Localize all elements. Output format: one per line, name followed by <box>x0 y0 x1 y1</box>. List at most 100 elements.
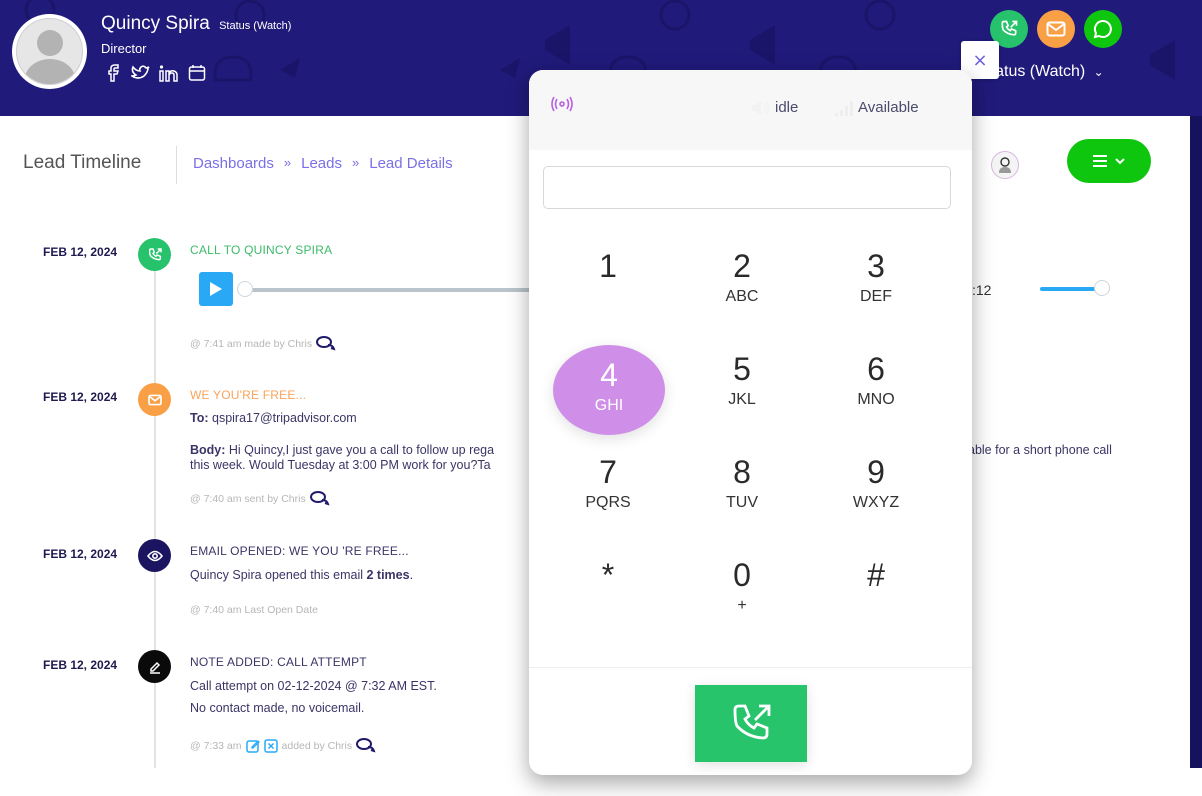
keypad-cell: 7 PQRS <box>541 436 675 539</box>
timeline-meta: @ 7:40 am Last Open Date <box>190 604 318 616</box>
timeline-date: FEB 12, 2024 <box>43 658 118 672</box>
timeline-meta-text: @ 7:40 am sent by Chris <box>190 493 306 505</box>
email-body-label: Body: <box>190 443 226 457</box>
keypad-cell: * <box>541 539 675 642</box>
dial-key-digit: * <box>601 557 615 593</box>
dial-key-letters: GHI <box>594 397 624 414</box>
options-menu-button[interactable] <box>1067 139 1151 183</box>
page-title: Lead Timeline <box>23 152 142 173</box>
call-state: idle <box>751 99 798 116</box>
timeline-line <box>154 257 156 768</box>
chevron-down-icon: ⌄ <box>1093 65 1104 79</box>
playback-track[interactable] <box>245 288 545 292</box>
lead-name-text: Quincy Spira <box>101 13 210 34</box>
timeline-meta: @ 7:41 am made by Chris <box>190 336 336 352</box>
dial-keypad: 1 2 ABC 3 DEF 4 GHI 5 JKL 6 MNO 7 PQRS 8 TUV 9 WXYZ * 0 + # <box>541 230 943 642</box>
dial-key-digit: 3 <box>867 248 885 284</box>
playback-time: :12 <box>972 282 992 298</box>
email-to-label: To: <box>190 411 209 425</box>
lead-status-label: Status (Watch) <box>219 20 292 32</box>
keypad-cell: 8 TUV <box>675 436 809 539</box>
social-links <box>103 63 207 83</box>
breadcrumb-separator: » <box>352 155 360 170</box>
timeline-call-badge <box>138 238 171 271</box>
breadcrumb-separator: » <box>283 155 292 170</box>
speaker-icon <box>752 100 770 115</box>
dial-key-digit: 5 <box>733 351 751 387</box>
facebook-icon[interactable] <box>103 63 123 83</box>
timeline-note-badge <box>138 650 171 683</box>
hamburger-icon <box>1093 155 1107 167</box>
calendar-icon[interactable] <box>187 63 207 83</box>
comments-icon[interactable] <box>356 738 376 754</box>
dial-key-letters: MNO <box>857 391 895 408</box>
dialer-footer <box>529 667 972 775</box>
dial-key-1[interactable]: 1 <box>541 230 675 288</box>
keypad-cell: # <box>809 539 943 642</box>
dial-key-3[interactable]: 3 DEF <box>809 230 943 306</box>
email-lead-button[interactable] <box>1037 10 1075 48</box>
opened-count: 2 times <box>366 568 410 582</box>
dial-key-letters: ABC <box>725 288 759 305</box>
dial-key-0[interactable]: 0 + <box>675 539 809 615</box>
edit-note-icon[interactable] <box>245 739 260 753</box>
phone-number-input[interactable] <box>543 166 951 209</box>
user-avatar[interactable] <box>991 151 1019 179</box>
dial-key-4[interactable]: 4 GHI <box>553 345 665 435</box>
volume-slider-handle[interactable] <box>1094 280 1110 296</box>
comments-icon[interactable] <box>316 336 336 352</box>
timeline-title: NOTE ADDED: CALL ATTEMPT <box>190 655 367 669</box>
comments-icon[interactable] <box>309 491 330 507</box>
dial-key-letters: JKL <box>728 391 756 408</box>
email-to: To: qspira17@tripadvisor.com <box>190 411 357 425</box>
keypad-cell: 3 DEF <box>809 230 943 333</box>
breadcrumb-leads[interactable]: Leads <box>301 155 342 172</box>
timeline-meta-time: @ 7:33 am <box>190 740 242 752</box>
dial-key-9[interactable]: 9 WXYZ <box>809 436 943 512</box>
dial-key-letters: PQRS <box>585 494 631 511</box>
avatar-placeholder-icon <box>16 18 83 85</box>
breadcrumb: Dashboards » Leads » Lead Details <box>193 155 453 172</box>
dial-key-8[interactable]: 8 TUV <box>675 436 809 512</box>
play-button[interactable] <box>199 272 233 306</box>
place-call-button[interactable] <box>695 685 807 762</box>
email-to-value: qspira17@tripadvisor.com <box>212 411 357 425</box>
dial-key-5[interactable]: 5 JKL <box>675 333 809 409</box>
header-actions <box>990 10 1122 48</box>
keypad-cell: 0 + <box>675 539 809 642</box>
dial-key-digit: 0 <box>733 557 751 593</box>
timeline-title: WE YOU'RE FREE... <box>190 388 307 402</box>
breadcrumb-dashboards[interactable]: Dashboards <box>193 155 274 172</box>
delete-note-icon[interactable] <box>263 739 278 753</box>
timeline-date: FEB 12, 2024 <box>43 390 118 404</box>
volume-track[interactable] <box>1040 287 1102 291</box>
lead-avatar <box>12 14 87 89</box>
dial-key-star[interactable]: * <box>541 539 675 597</box>
opened-text-suffix: . <box>409 568 414 582</box>
title-divider <box>176 146 177 184</box>
dial-key-hash[interactable]: # <box>809 539 943 597</box>
email-body-line1: Hi Quincy,I just gave you a call to foll… <box>228 443 495 457</box>
timeline-title: CALL TO QUINCY SPIRA <box>190 243 333 257</box>
breadcrumb-lead-details[interactable]: Lead Details <box>369 155 452 172</box>
timeline-opened-badge <box>138 539 171 572</box>
keypad-cell: 1 <box>541 230 675 333</box>
opened-text-prefix: Quincy Spira opened this email <box>190 568 364 582</box>
eye-icon <box>146 550 163 561</box>
email-opened-text: Quincy Spira opened this email 2 times. <box>190 568 413 582</box>
timeline-title: EMAIL OPENED: WE YOU 'RE FREE... <box>190 544 409 558</box>
chat-lead-button[interactable] <box>1084 10 1122 48</box>
note-line-2: No contact made, no voicemail. <box>190 701 365 715</box>
dial-key-letters: WXYZ <box>852 494 900 511</box>
linkedin-icon[interactable] <box>159 63 179 83</box>
dial-key-letters: + <box>737 597 747 614</box>
twitter-icon[interactable] <box>131 63 151 83</box>
dial-key-7[interactable]: 7 PQRS <box>541 436 675 512</box>
background-edge <box>1190 116 1202 768</box>
playback-slider-handle[interactable] <box>237 281 253 297</box>
dial-key-2[interactable]: 2 ABC <box>675 230 809 306</box>
dial-key-6[interactable]: 6 MNO <box>809 333 943 409</box>
timeline-meta-by: added by Chris <box>281 740 353 752</box>
lead-job-title: Director <box>101 41 147 56</box>
dial-key-digit: 6 <box>867 351 885 387</box>
